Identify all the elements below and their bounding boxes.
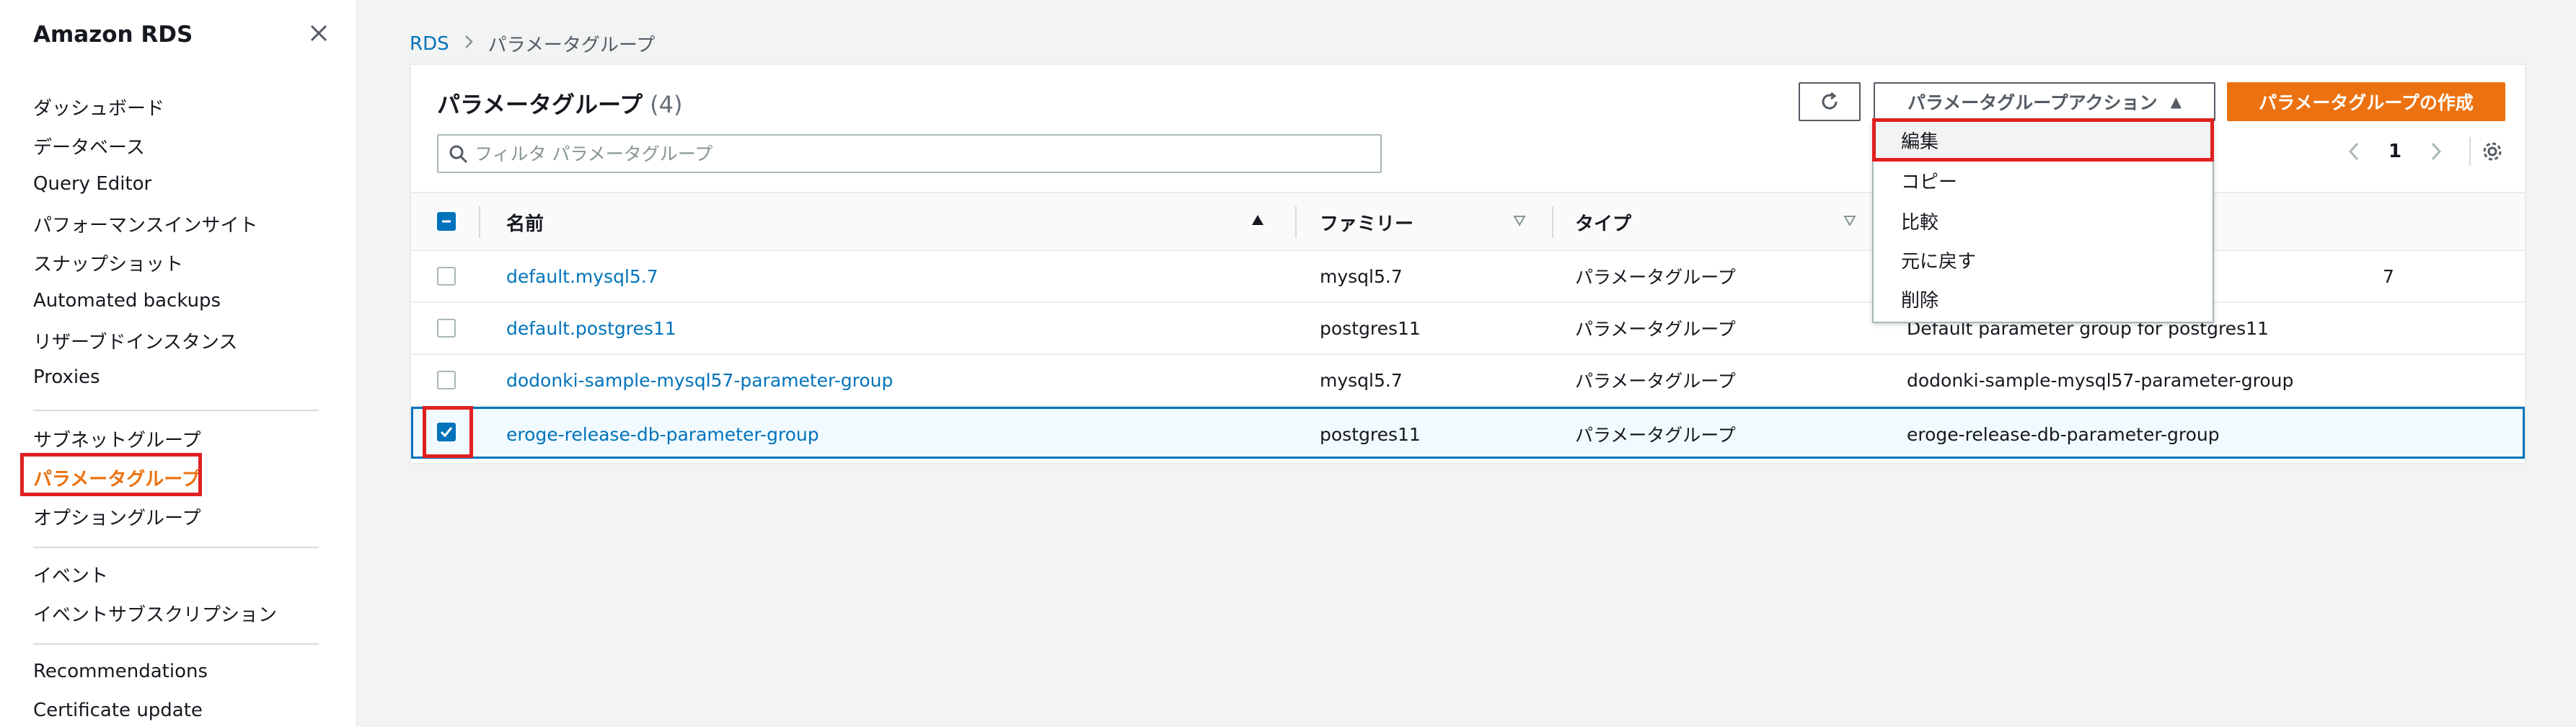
breadcrumb: RDS パラメータグループ (410, 30, 655, 57)
sidebar-item-subnet-groups[interactable]: サブネットグループ (33, 426, 200, 452)
sidebar-item-certificate-update[interactable]: Certificate update (33, 700, 203, 721)
row-name-link[interactable]: eroge-release-db-parameter-group (506, 409, 819, 459)
create-parameter-group-button[interactable]: パラメータグループの作成 (2227, 82, 2505, 121)
panel-title-text: パラメータグループ (437, 91, 643, 118)
row-family: mysql5.7 (1320, 369, 1403, 391)
sidebar-item-recommendations[interactable]: Recommendations (33, 661, 208, 682)
sidebar-divider (33, 547, 319, 548)
search-icon (449, 144, 469, 167)
sidebar-item-events[interactable]: イベント (33, 561, 108, 588)
sidebar-divider (33, 410, 319, 411)
parameter-group-actions-button[interactable]: パラメータグループアクション ▲ (1874, 82, 2215, 121)
row-family: mysql5.7 (1320, 265, 1403, 287)
menu-item-delete[interactable]: 削除 (1901, 286, 1938, 312)
checkbox-highlight-box (423, 406, 473, 458)
breadcrumb-current: パラメータグループ (488, 35, 656, 56)
column-header-type[interactable]: タイプ (1575, 193, 1631, 251)
current-page[interactable]: 1 (2388, 141, 2401, 162)
row-family: postgres11 (1320, 423, 1421, 445)
menu-item-compare[interactable]: 比較 (1901, 208, 1938, 234)
actions-button-label: パラメータグループアクション (1907, 92, 2158, 113)
sidebar-title: Amazon RDS (33, 22, 193, 48)
row-name-link[interactable]: default.mysql5.7 (506, 251, 658, 301)
menu-item-copy[interactable]: コピー (1901, 167, 1957, 194)
sidebar: Amazon RDS ダッシュボード データベース Query Editor パ… (0, 0, 358, 727)
row-type: パラメータグループ (1575, 371, 1736, 392)
actions-dropdown-menu: 編集 コピー 比較 元に戻す 削除 (1872, 118, 2214, 323)
row-type: パラメータグループ (1575, 267, 1736, 288)
close-icon[interactable] (306, 20, 332, 46)
sidebar-item-automated-backups[interactable]: Automated backups (33, 290, 221, 312)
row-name-link[interactable]: default.postgres11 (506, 303, 676, 353)
sidebar-item-databases[interactable]: データベース (33, 133, 145, 159)
caret-up-icon: ▲ (2170, 93, 2182, 110)
menu-item-reset[interactable]: 元に戻す (1901, 247, 1976, 273)
column-header-name[interactable]: 名前 (506, 193, 544, 251)
sort-icon[interactable] (1843, 215, 1856, 229)
gear-icon[interactable] (2478, 137, 2507, 166)
chevron-left-icon[interactable] (2341, 137, 2367, 166)
sidebar-item-reserved-instances[interactable]: リザーブドインスタンス (33, 327, 237, 354)
pager-divider (2469, 137, 2471, 166)
row-family: postgres11 (1320, 317, 1421, 339)
search-field[interactable] (437, 134, 1382, 173)
sidebar-item-proxies[interactable]: Proxies (33, 366, 100, 388)
sidebar-item-snapshots[interactable]: スナップショット (33, 250, 183, 276)
row-name-link[interactable]: dodonki-sample-mysql57-parameter-group (506, 355, 893, 405)
sidebar-item-query-editor[interactable]: Query Editor (33, 173, 151, 195)
row-description: dodonki-sample-mysql57-parameter-group (1907, 369, 2294, 391)
row-checkbox[interactable] (437, 319, 456, 338)
chevron-right-icon (464, 33, 474, 55)
row-checkbox[interactable] (437, 371, 456, 389)
page-title: パラメータグループ (4) (437, 87, 682, 120)
table-row-selected[interactable]: eroge-release-db-parameter-group postgre… (411, 406, 2525, 459)
sidebar-highlight-box (20, 453, 202, 496)
sort-icon[interactable] (1513, 215, 1526, 229)
column-divider (1295, 206, 1297, 238)
sidebar-item-dashboard[interactable]: ダッシュボード (33, 94, 164, 120)
refresh-button[interactable] (1799, 82, 1861, 121)
search-input[interactable] (475, 143, 1380, 164)
column-header-family[interactable]: ファミリー (1320, 193, 1413, 251)
select-all-checkbox[interactable] (437, 212, 456, 231)
pagination: 1 (2341, 137, 2449, 166)
row-description: eroge-release-db-parameter-group (1907, 423, 2220, 445)
table-row[interactable]: dodonki-sample-mysql57-parameter-group m… (411, 355, 2525, 407)
sidebar-item-performance-insights[interactable]: パフォーマンスインサイト (33, 211, 257, 237)
breadcrumb-rds-link[interactable]: RDS (410, 33, 449, 55)
chevron-right-icon[interactable] (2423, 137, 2449, 166)
row-type: パラメータグループ (1575, 319, 1736, 340)
row-type: パラメータグループ (1575, 425, 1736, 446)
row-checkbox[interactable] (437, 267, 456, 286)
menu-highlight-box (1872, 118, 2214, 162)
column-divider (1552, 206, 1553, 238)
refresh-icon (1822, 92, 1838, 110)
sidebar-divider (33, 643, 319, 645)
sort-ascending-icon[interactable] (1250, 213, 1265, 229)
row-description: 7 (2383, 265, 2394, 287)
column-divider (479, 206, 480, 238)
sidebar-item-event-subscriptions[interactable]: イベントサブスクリプション (33, 600, 277, 627)
sidebar-item-option-groups[interactable]: オプショングループ (33, 503, 200, 530)
item-count: (4) (650, 91, 683, 118)
